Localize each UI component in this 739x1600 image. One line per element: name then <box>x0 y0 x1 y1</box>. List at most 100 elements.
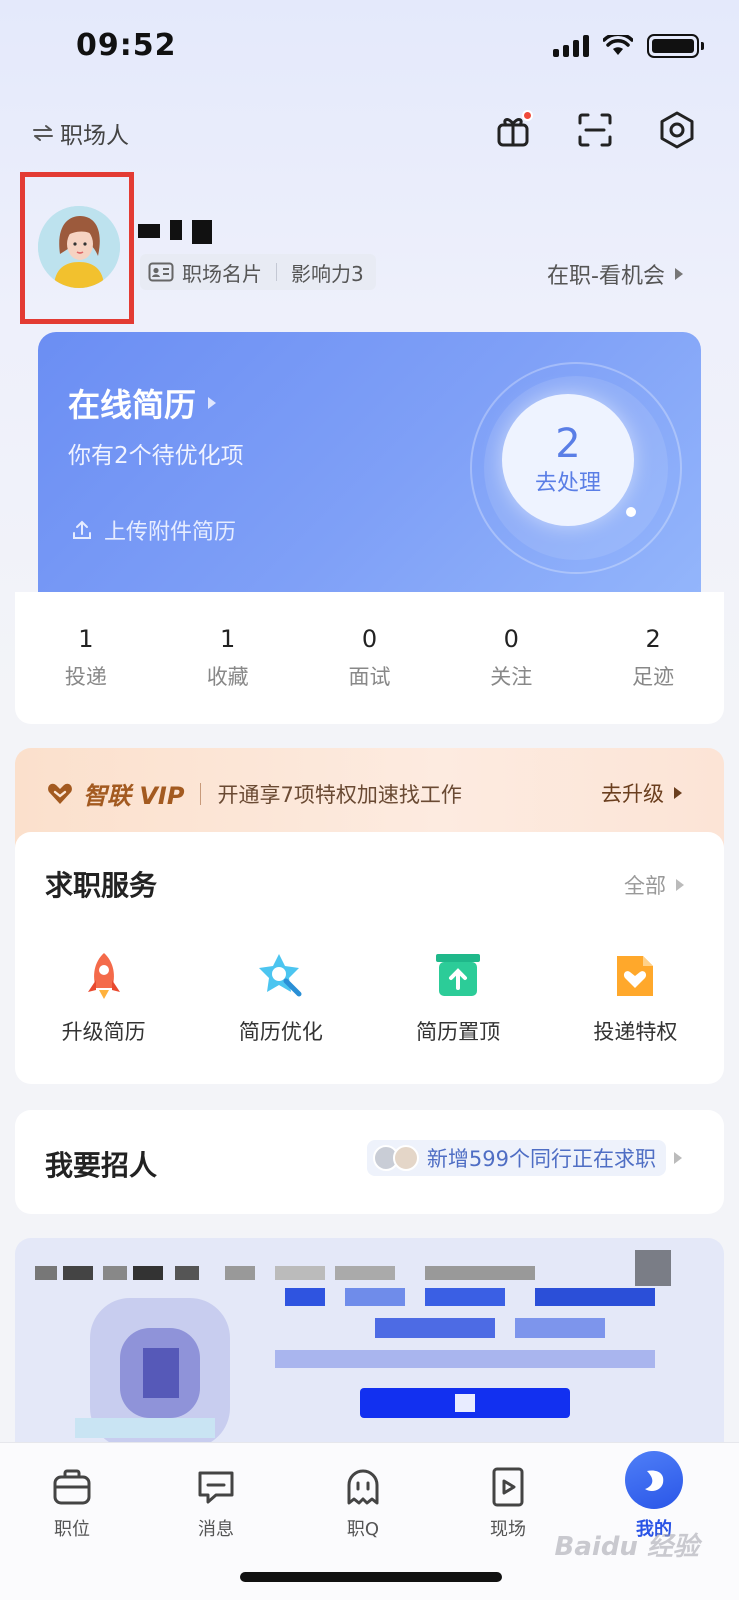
stat-value: 1 <box>220 625 236 653</box>
service-resume-pin[interactable]: 简历置顶 <box>370 950 547 1046</box>
upload-label: 上传附件简历 <box>104 520 237 545</box>
stat-value: 1 <box>78 625 94 653</box>
status-icons <box>553 34 704 58</box>
tab-label: 消息 <box>198 1519 234 1540</box>
tab-label: 职Q <box>346 1519 380 1540</box>
resume-card[interactable]: 在线简历 你有2个待优化项 上传附件简历 2 去处理 <box>38 332 701 592</box>
tab-zhiq[interactable]: 职Q <box>313 1465 413 1541</box>
chevron-right-icon <box>208 397 217 409</box>
briefcase-icon <box>53 1469 91 1505</box>
services-row: 升级简历 简历优化 简历置顶 投递特权 <box>15 950 724 1046</box>
service-upgrade-resume[interactable]: 升级简历 <box>15 950 192 1046</box>
influence-label: 影响力3 <box>291 261 364 286</box>
scan-icon[interactable] <box>573 108 617 152</box>
message-icon <box>198 1471 234 1504</box>
battery-icon <box>647 34 704 58</box>
chevron-right-icon <box>674 1152 682 1164</box>
profile-chip[interactable]: 职场名片 影响力3 <box>140 254 376 290</box>
chevron-right-icon <box>674 787 682 799</box>
stat-label: 收藏 <box>206 665 249 689</box>
tab-label: 职位 <box>54 1519 90 1540</box>
gift-icon[interactable] <box>491 108 535 152</box>
resume-subtitle: 你有2个待优化项 <box>68 443 244 469</box>
avatars-group <box>372 1145 419 1171</box>
stat-item[interactable]: 1 投递 <box>15 592 157 724</box>
stat-value: 0 <box>503 625 519 653</box>
identity-label: 职场人 <box>60 123 129 149</box>
service-label: 升级简历 <box>61 1020 146 1044</box>
job-status[interactable]: 在职-看机会 <box>547 258 683 290</box>
service-label: 简历优化 <box>238 1020 323 1044</box>
vip-info: 智联 VIP 开通享7项特权加速找工作 <box>47 776 462 811</box>
stat-label: 足迹 <box>632 665 675 689</box>
card-label: 职场名片 <box>182 261 262 286</box>
ghost-icon <box>347 1469 379 1505</box>
chevron-right-icon <box>676 879 684 891</box>
upgrade-button[interactable]: 去升级 <box>601 778 682 808</box>
wifi-icon <box>603 35 633 55</box>
header-actions <box>491 108 699 152</box>
video-icon <box>492 1467 524 1507</box>
service-label: 简历置顶 <box>416 1020 501 1044</box>
recruit-card[interactable]: 我要招人 新增599个同行正在求职 <box>15 1110 724 1214</box>
home-indicator[interactable] <box>240 1572 502 1582</box>
stat-label: 面试 <box>348 665 391 689</box>
upload-icon <box>73 520 91 539</box>
id-card-icon <box>148 262 174 282</box>
job-services-card: 求职服务 全部 升级简历 简历优化 简历置顶 投递特权 <box>15 832 724 1084</box>
switch-arrows-icon <box>33 125 53 141</box>
identity-switch[interactable]: 职场人 <box>32 116 129 150</box>
user-name-redacted <box>138 220 212 244</box>
privilege-file-icon <box>617 956 654 996</box>
process-label: 去处理 <box>534 471 601 496</box>
chevron-right-icon <box>675 268 683 280</box>
process-button[interactable]: 2 去处理 <box>502 394 634 526</box>
pending-count: 2 <box>555 421 581 467</box>
star-magnifier-icon <box>258 954 302 997</box>
baidu-watermark: Baidu 经验 <box>554 1532 699 1562</box>
upgrade-label: 去升级 <box>601 782 664 806</box>
settings-icon[interactable] <box>655 108 699 152</box>
cellular-signal-icon <box>553 35 589 57</box>
service-resume-optimize[interactable]: 简历优化 <box>192 950 369 1046</box>
tab-messages[interactable]: 消息 <box>166 1465 266 1541</box>
services-all-link[interactable]: 全部 <box>624 870 684 900</box>
vip-text: 开通享7项特权加速找工作 <box>217 782 462 807</box>
highlight-box <box>20 172 134 324</box>
stat-value: 0 <box>361 625 378 653</box>
avatar <box>392 1145 419 1171</box>
tab-live[interactable]: 现场 <box>458 1465 558 1541</box>
vip-heart-icon <box>48 783 72 804</box>
upload-attachment-button[interactable]: 上传附件简历 <box>70 514 236 546</box>
rocket-icon <box>87 953 120 999</box>
stats-row: 1 投递 1 收藏 0 面试 0 关注 2 足迹 <box>15 592 724 724</box>
vip-brand: 智联 VIP <box>83 782 185 810</box>
tab-jobs[interactable]: 职位 <box>22 1465 122 1541</box>
resume-title-text: 在线简历 <box>68 386 197 424</box>
job-status-label: 在职-看机会 <box>547 264 665 289</box>
stat-label: 投递 <box>64 665 107 689</box>
notification-dot <box>522 110 533 121</box>
ad-banner-redacted[interactable] <box>15 1238 724 1458</box>
me-icon <box>625 1451 683 1509</box>
stat-value: 2 <box>645 625 661 653</box>
stat-item[interactable]: 0 面试 <box>299 592 441 724</box>
pin-top-icon <box>436 954 481 996</box>
chip-divider <box>276 263 277 281</box>
services-all-label: 全部 <box>624 874 666 898</box>
stat-item[interactable]: 2 足迹 <box>582 592 724 724</box>
recruit-title: 我要招人 <box>45 1149 158 1182</box>
stat-item[interactable]: 1 收藏 <box>157 592 299 724</box>
tab-label: 现场 <box>490 1519 526 1540</box>
stat-label: 关注 <box>490 665 533 689</box>
recruit-note[interactable]: 新增599个同行正在求职 <box>366 1140 682 1176</box>
status-time: 09:52 <box>76 28 177 63</box>
ring-dot <box>626 507 636 517</box>
stat-item[interactable]: 0 关注 <box>440 592 582 724</box>
vip-divider <box>200 782 202 805</box>
services-title: 求职服务 <box>45 869 158 902</box>
service-label: 投递特权 <box>593 1020 678 1044</box>
resume-title[interactable]: 在线简历 <box>68 380 217 426</box>
recruit-note-text: 新增599个同行正在求职 <box>426 1147 656 1171</box>
service-apply-privilege[interactable]: 投递特权 <box>547 950 724 1046</box>
